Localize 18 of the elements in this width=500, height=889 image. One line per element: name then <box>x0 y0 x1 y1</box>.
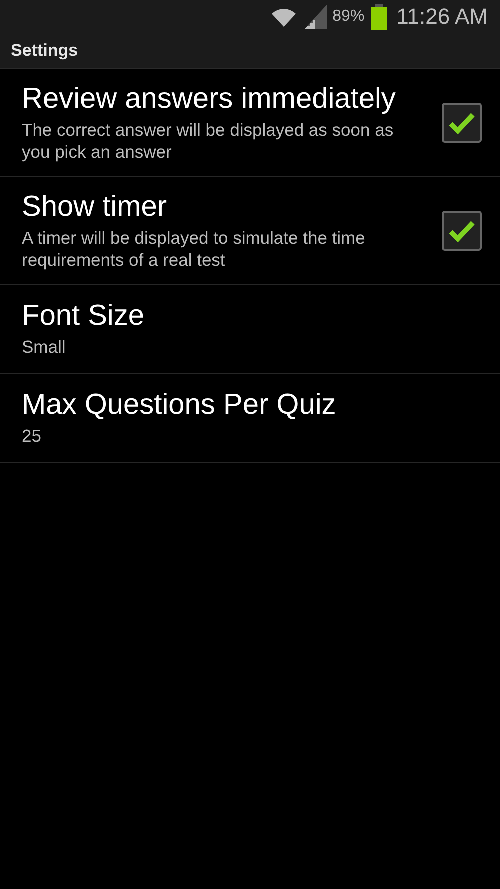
check-icon <box>449 112 475 134</box>
setting-title[interactable]: Max Questions Per Quiz <box>22 389 482 422</box>
screen-title: Settings <box>11 41 78 61</box>
setting-title[interactable]: Review answers immediately <box>22 82 442 116</box>
setting-title[interactable]: Show timer <box>22 190 442 224</box>
battery-percentage: 89% <box>332 8 365 26</box>
setting-summary: 25 <box>22 425 42 447</box>
checkbox[interactable] <box>442 102 482 142</box>
wifi-icon <box>270 6 297 28</box>
setting-summary: A timer will be displayed to simulate the time requirements of a real test <box>22 226 366 270</box>
checkbox[interactable] <box>442 210 482 250</box>
setting-summary: The correct answer will be displayed as soon as you pick an answer <box>22 118 395 162</box>
check-icon <box>449 220 475 242</box>
setting-summary: Small <box>22 336 67 358</box>
setting-title[interactable]: Font Size <box>22 300 482 333</box>
battery-icon <box>370 4 387 30</box>
clock: 11:26 AM <box>396 4 488 30</box>
signal-icon <box>302 5 327 29</box>
